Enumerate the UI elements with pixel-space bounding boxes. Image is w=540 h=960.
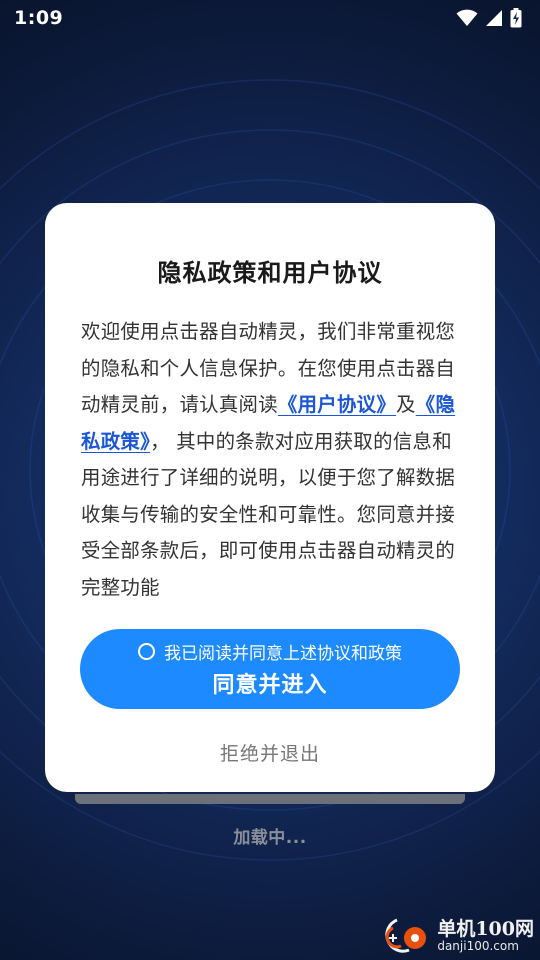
and-word: 及 [396,393,416,416]
dialog-body: 欢迎使用点击器自动精灵，我们非常重视您的隐私和个人信息保护。在您使用点击器自动精… [81,314,459,606]
battery-charging-icon [510,8,522,28]
body-text-part2: ， 其中的条款对应用获取的信息和用途进行了详细的说明，以便于您了解数据收集与传输… [81,429,456,599]
loading-text: 加载中... [233,828,307,848]
loading-progress-fill [75,794,465,804]
watermark-url: danji100.com [437,938,519,953]
wifi-icon [456,9,478,26]
agree-checkbox-label: 我已阅读并同意上述协议和政策 [164,644,402,664]
user-agreement-link[interactable]: 《用户协议》 [278,393,396,416]
status-bar: 1:09 [0,0,540,36]
dialog-title: 隐私政策和用户协议 [157,259,383,287]
agree-button[interactable]: 我已阅读并同意上述协议和政策 同意并进入 [80,629,460,709]
agree-button-label: 同意并进入 [212,673,328,698]
loading-progress-bar [75,794,465,804]
reject-button[interactable]: 拒绝并退出 [45,739,495,766]
watermark-title: 单机100网 [437,917,534,940]
status-time: 1:09 [14,7,64,29]
watermark-text: 单机100网 danji100.com [437,917,534,953]
status-icons [456,8,522,28]
agree-checkbox[interactable] [138,643,155,660]
privacy-dialog: 隐私政策和用户协议 欢迎使用点击器自动精灵，我们非常重视您的隐私和个人信息保护。… [45,203,495,792]
watermark-logo-icon [385,918,427,953]
watermark: 单机100网 danji100.com [375,916,534,956]
agree-checkbox-row[interactable]: 我已阅读并同意上述协议和政策 [138,639,402,664]
cell-signal-icon [486,10,502,26]
